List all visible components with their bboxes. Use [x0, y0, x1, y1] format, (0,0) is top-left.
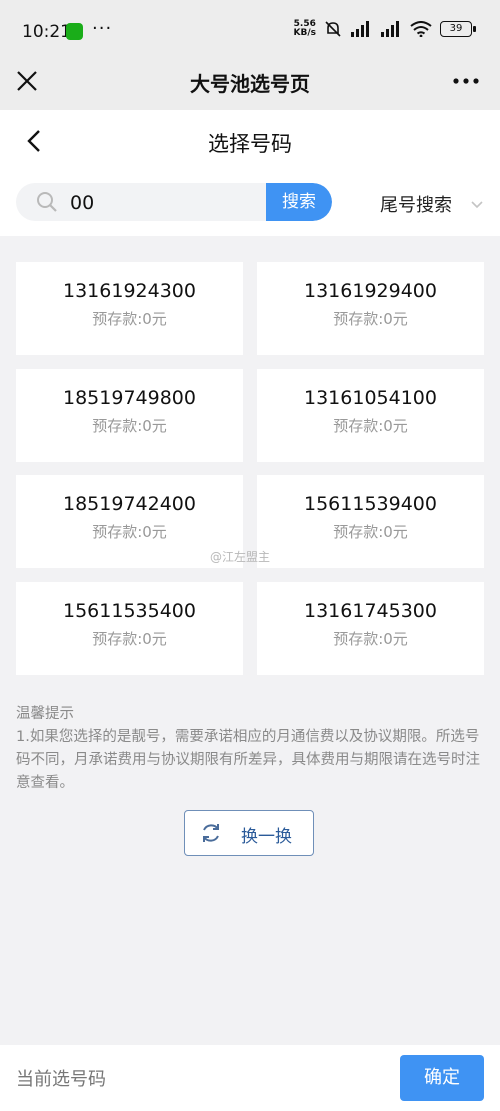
number-value: 18519749800 — [63, 387, 196, 409]
tips-title: 温馨提示 — [16, 706, 74, 722]
deposit-label: 预存款:0元 — [92, 310, 167, 328]
confirm-button[interactable]: 确定 — [400, 1055, 484, 1101]
number-card[interactable]: 18519742400 预存款:0元 — [16, 475, 243, 568]
page-title: 选择号码 — [208, 132, 292, 156]
signal-icon-2 — [381, 21, 399, 37]
deposit-label: 预存款:0元 — [333, 630, 408, 648]
deposit-label: 预存款:0元 — [92, 523, 167, 541]
status-time: 10:21 — [22, 22, 71, 42]
deposit-label: 预存款:0元 — [92, 630, 167, 648]
tips-section: 温馨提示 1.如果您选择的是靓号，需要承诺相应的月通信费以及协议期限。所选号码不… — [16, 703, 488, 795]
refresh-icon — [203, 824, 219, 842]
net-speed: 5.56 KB/s — [294, 20, 316, 38]
app-bar-title: 大号池选号页 — [190, 72, 310, 96]
number-card[interactable]: 13161924300 预存款:0元 — [16, 262, 243, 355]
deposit-label: 预存款:0元 — [333, 523, 408, 541]
search-input[interactable] — [68, 188, 267, 218]
current-number-label: 当前选号码 — [16, 1069, 106, 1090]
search-icon — [37, 192, 57, 212]
refresh-button[interactable]: 换一换 — [184, 810, 314, 856]
number-value: 13161745300 — [304, 600, 437, 622]
number-value: 13161054100 — [304, 387, 437, 409]
more-icon[interactable] — [452, 70, 480, 92]
refresh-label: 换一换 — [241, 827, 292, 847]
deposit-label: 预存款:0元 — [333, 310, 408, 328]
deposit-label: 预存款:0元 — [333, 417, 408, 435]
page-header: 选择号码 搜索 尾号搜索 — [0, 110, 500, 236]
bottom-bar: 当前选号码 确定 — [0, 1045, 500, 1111]
mute-bell-icon — [325, 21, 341, 37]
status-more-dots: ··· — [92, 18, 113, 39]
number-card[interactable]: 13161054100 预存款:0元 — [257, 369, 484, 462]
search-button[interactable]: 搜索 — [266, 183, 332, 221]
number-value: 15611535400 — [63, 600, 196, 622]
tail-search-dropdown[interactable]: 尾号搜索 — [380, 191, 452, 217]
chevron-down-icon[interactable] — [470, 198, 484, 212]
number-card[interactable]: 13161929400 预存款:0元 — [257, 262, 484, 355]
number-card[interactable]: 15611539400 预存款:0元 — [257, 475, 484, 568]
wechat-icon — [66, 23, 83, 40]
number-card[interactable]: 13161745300 预存款:0元 — [257, 582, 484, 675]
status-indicators: 5.56 KB/s 39 — [294, 20, 476, 38]
tips-body: 1.如果您选择的是靓号，需要承诺相应的月通信费以及协议期限。所选号码不同，月承诺… — [16, 729, 480, 791]
number-value: 18519742400 — [63, 493, 196, 515]
wifi-icon — [410, 21, 432, 37]
number-value: 13161924300 — [63, 280, 196, 302]
battery-icon: 39 — [440, 21, 476, 37]
number-card[interactable]: 15611535400 预存款:0元 — [16, 582, 243, 675]
deposit-label: 预存款:0元 — [92, 417, 167, 435]
number-value: 15611539400 — [304, 493, 437, 515]
net-speed-unit: KB/s — [293, 28, 316, 38]
app-bar: 大号池选号页 — [0, 54, 500, 110]
signal-icon — [351, 21, 369, 37]
number-value: 13161929400 — [304, 280, 437, 302]
watermark: @江左盟主 — [210, 550, 271, 564]
search-bar: 搜索 — [16, 183, 332, 221]
number-card[interactable]: 18519749800 预存款:0元 — [16, 369, 243, 462]
